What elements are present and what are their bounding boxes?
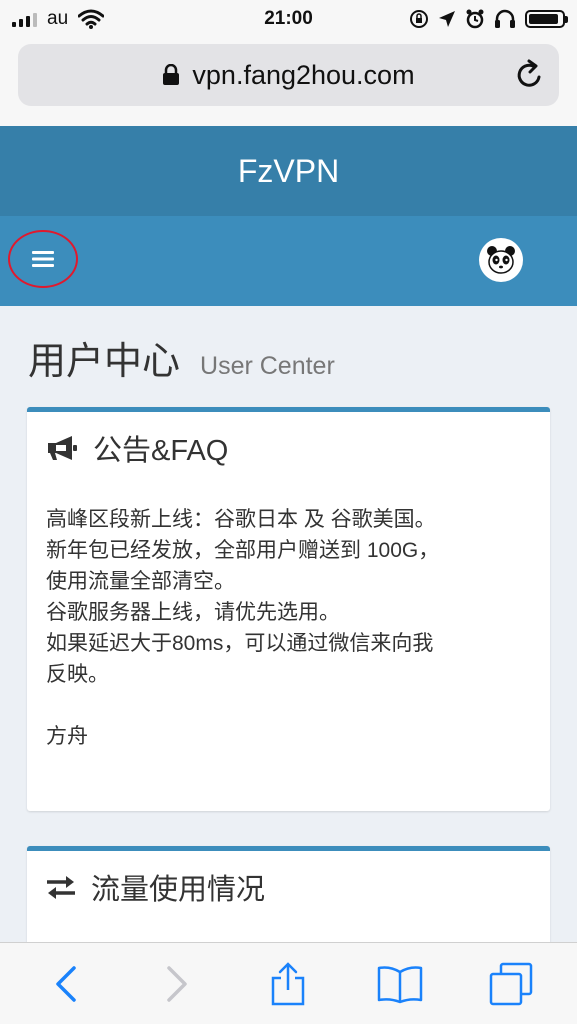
tabs-button[interactable] xyxy=(481,954,541,1014)
sidebar-toggle-button[interactable] xyxy=(8,230,78,288)
carrier-label: au xyxy=(47,8,69,29)
chevron-right-icon xyxy=(167,965,187,1002)
announcement-line: 新年包已经发放，全部用户赠送到 100G， xyxy=(46,539,440,562)
rotation-lock-icon xyxy=(410,10,428,28)
app-header: FzVPN xyxy=(0,126,577,216)
back-button[interactable] xyxy=(36,954,96,1014)
alarm-icon xyxy=(466,9,484,29)
announcement-line: 反映。 xyxy=(46,663,109,686)
status-left: au xyxy=(12,8,212,30)
browser-address-area: vpn.fang2hou.com xyxy=(0,38,577,126)
reload-icon[interactable] xyxy=(515,59,545,91)
bullhorn-icon xyxy=(48,435,77,460)
announcement-line: 如果延迟大于80ms，可以通过微信来向我 xyxy=(46,632,434,655)
url-text[interactable]: vpn.fang2hou.com xyxy=(192,60,414,91)
user-avatar[interactable] xyxy=(479,238,523,282)
browser-toolbar xyxy=(0,942,577,1024)
page-title: 用户中心 xyxy=(28,341,181,383)
bookmarks-button[interactable] xyxy=(370,954,430,1014)
traffic-usage-header: 流量使用情况 xyxy=(27,851,550,923)
announcement-line: 使用流量全部清空。 xyxy=(46,570,235,593)
forward-button[interactable] xyxy=(147,954,207,1014)
announcement-line: 高峰区段新上线：谷歌日本 及 谷歌美国。 xyxy=(46,508,436,531)
address-bar[interactable]: vpn.fang2hou.com xyxy=(18,44,559,106)
announcement-title: 公告&FAQ xyxy=(93,434,229,467)
share-icon xyxy=(272,961,305,1005)
status-right xyxy=(365,9,568,29)
announcement-signature: 方舟 xyxy=(46,725,88,748)
hamburger-menu-icon[interactable] xyxy=(32,250,54,268)
announcement-body: 高峰区段新上线：谷歌日本 及 谷歌美国。 新年包已经发放，全部用户赠送到 100… xyxy=(27,484,550,752)
content-header: 用户中心 User Center xyxy=(28,330,335,385)
headphones-icon xyxy=(495,9,515,28)
announcement-line: 谷歌服务器上线，请优先选用。 xyxy=(46,601,340,624)
battery-icon xyxy=(525,10,568,28)
announcement-header: 公告&FAQ xyxy=(27,412,550,484)
signal-strength-icon xyxy=(12,11,37,27)
app-title[interactable]: FzVPN xyxy=(238,153,339,190)
book-icon xyxy=(377,965,423,1003)
lock-icon xyxy=(163,64,180,85)
traffic-usage-title: 流量使用情况 xyxy=(91,873,266,906)
page-subtitle: User Center xyxy=(200,352,335,380)
announcement-box: 公告&FAQ 高峰区段新上线：谷歌日本 及 谷歌美国。 新年包已经发放，全部用户… xyxy=(27,407,550,811)
exchange-arrows-icon xyxy=(47,875,75,899)
status-bar: au 21:00 xyxy=(0,0,577,38)
share-button[interactable] xyxy=(258,954,318,1014)
top-nav-bar xyxy=(0,216,577,306)
status-time: 21:00 xyxy=(264,8,313,29)
chevron-left-icon xyxy=(55,965,76,1002)
panda-avatar-icon xyxy=(487,246,515,274)
location-icon xyxy=(439,11,455,27)
tabs-icon xyxy=(490,962,533,1005)
wifi-icon xyxy=(78,9,105,29)
